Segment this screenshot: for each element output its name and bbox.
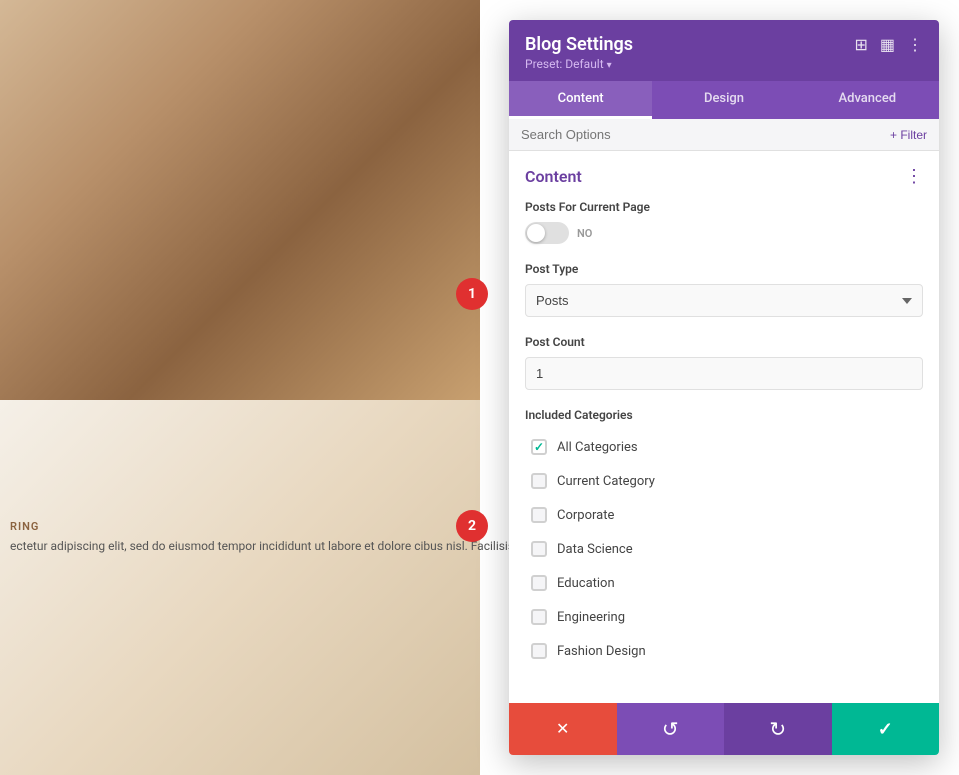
post-type-select[interactable]: Posts: [525, 284, 923, 317]
panel-header: Blog Settings ⊞ ▦ ⋮ Preset: Default ▾: [509, 20, 939, 81]
blog-settings-panel: Blog Settings ⊞ ▦ ⋮ Preset: Default ▾ Co…: [509, 20, 939, 755]
toggle-knob: [527, 224, 545, 242]
tab-design[interactable]: Design: [652, 81, 795, 119]
bottom-toolbar: ✕ ↺ ↻ ✓: [509, 703, 939, 755]
search-input[interactable]: [521, 127, 882, 142]
expand-icon[interactable]: ⊞: [854, 35, 867, 54]
category-checkbox-all: ✓: [531, 439, 547, 455]
posts-current-page-label: Posts For Current Page: [525, 200, 923, 214]
preset-arrow: ▾: [607, 60, 612, 71]
category-checkbox-education: [531, 575, 547, 591]
step-1-indicator: 1: [456, 278, 488, 310]
cancel-button[interactable]: ✕: [509, 703, 617, 755]
category-item-fashion-design[interactable]: Fashion Design: [525, 634, 923, 668]
filter-button[interactable]: + Filter: [890, 128, 927, 142]
panel-body: Content ⋮ Posts For Current Page NO Post…: [509, 151, 939, 703]
step-2-indicator: 2: [456, 510, 488, 542]
category-checkbox-current: [531, 473, 547, 489]
category-checkbox-fashion-design: [531, 643, 547, 659]
category-name-fashion-design: Fashion Design: [557, 644, 646, 659]
post-count-group: Post Count: [525, 335, 923, 390]
category-name-engineering: Engineering: [557, 610, 625, 625]
category-item-current[interactable]: Current Category: [525, 464, 923, 498]
redo-button[interactable]: ↻: [724, 703, 832, 755]
category-name-data-science: Data Science: [557, 542, 633, 557]
category-item-all[interactable]: ✓ All Categories: [525, 430, 923, 464]
toggle-label: NO: [577, 227, 592, 240]
tab-advanced[interactable]: Advanced: [796, 81, 939, 119]
category-item-engineering[interactable]: Engineering: [525, 600, 923, 634]
section-title: Content: [525, 167, 582, 186]
preset-selector[interactable]: Preset: Default ▾: [525, 57, 923, 71]
category-item-education[interactable]: Education: [525, 566, 923, 600]
post-type-label: Post Type: [525, 262, 923, 276]
included-categories-group: Included Categories ✓ All Categories Cur…: [525, 408, 923, 668]
toggle-row: NO: [525, 222, 923, 244]
category-item-data-science[interactable]: Data Science: [525, 532, 923, 566]
included-categories-label: Included Categories: [525, 408, 923, 422]
tab-content[interactable]: Content: [509, 81, 652, 119]
category-checkbox-engineering: [531, 609, 547, 625]
search-bar: + Filter: [509, 119, 939, 151]
posts-current-page-group: Posts For Current Page NO: [525, 200, 923, 244]
category-name-education: Education: [557, 576, 615, 591]
section-menu-icon[interactable]: ⋮: [905, 168, 923, 186]
header-icons: ⊞ ▦ ⋮: [854, 35, 923, 54]
checkmark-all: ✓: [534, 440, 544, 454]
more-icon[interactable]: ⋮: [907, 35, 923, 54]
background-top: [0, 0, 480, 400]
category-name-corporate: Corporate: [557, 508, 614, 523]
undo-button[interactable]: ↺: [617, 703, 725, 755]
category-checkbox-data-science: [531, 541, 547, 557]
post-count-label: Post Count: [525, 335, 923, 349]
category-checkbox-corporate: [531, 507, 547, 523]
category-name-current: Current Category: [557, 474, 655, 489]
categories-list: ✓ All Categories Current Category Corpor…: [525, 430, 923, 668]
save-button[interactable]: ✓: [832, 703, 940, 755]
post-type-group: Post Type Posts: [525, 262, 923, 317]
background-bottom: [0, 400, 480, 775]
content-section-heading: Content ⋮: [525, 167, 923, 186]
panel-tabs: Content Design Advanced: [509, 81, 939, 119]
background-area: [0, 0, 480, 775]
post-count-input[interactable]: [525, 357, 923, 390]
category-name-all: All Categories: [557, 440, 638, 455]
panel-title: Blog Settings: [525, 34, 633, 55]
category-item-corporate[interactable]: Corporate: [525, 498, 923, 532]
layout-icon[interactable]: ▦: [880, 35, 895, 54]
posts-current-page-toggle[interactable]: [525, 222, 569, 244]
